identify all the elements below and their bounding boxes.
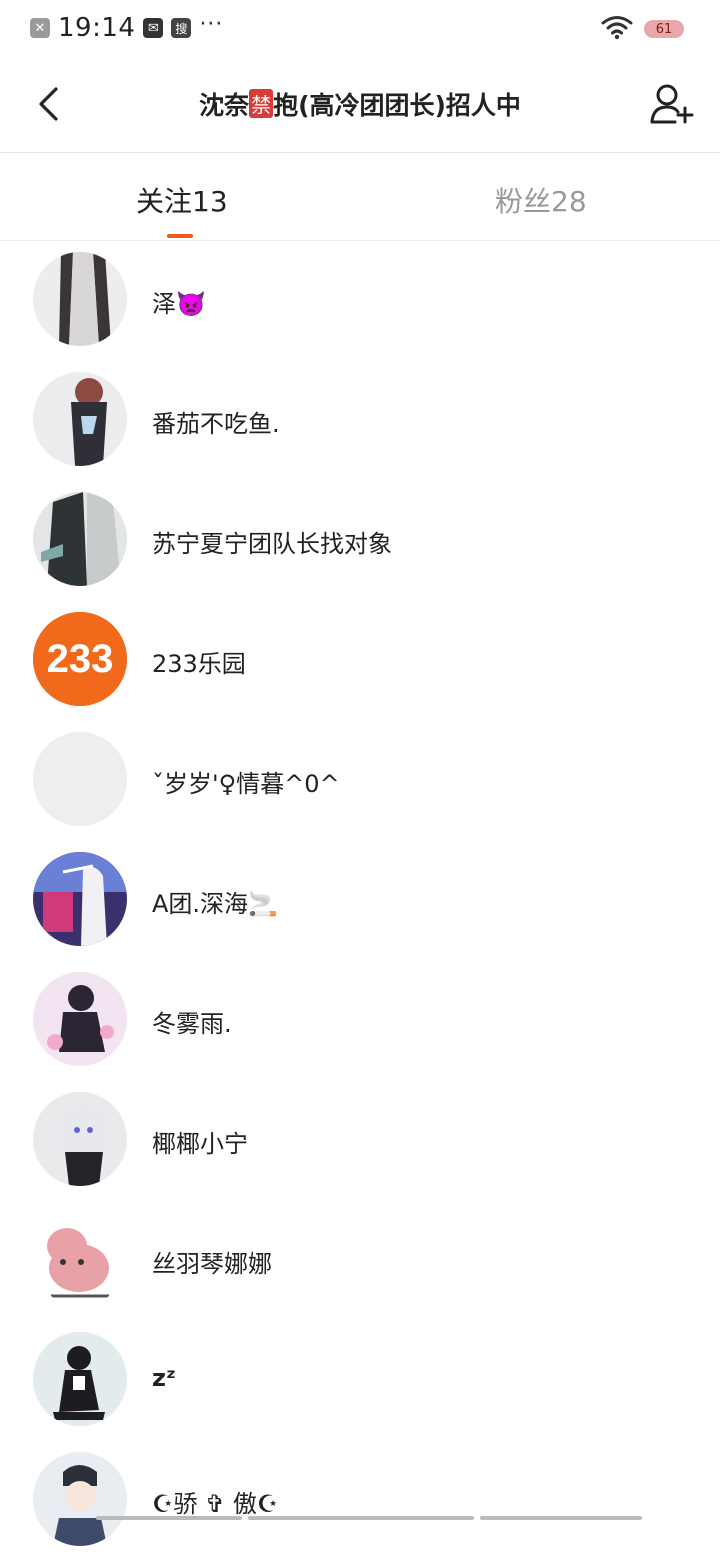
battery-indicator: 61 — [644, 20, 684, 38]
user-name: 233乐园 — [152, 650, 246, 678]
add-user-icon — [650, 84, 694, 124]
user-row[interactable]: 丝羽琴娜娜 — [0, 1200, 720, 1320]
chevron-left-icon — [39, 87, 58, 121]
avatar[interactable] — [33, 1332, 127, 1426]
user-name: 泽👿 — [152, 290, 206, 318]
more-notifications-icon: ··· — [199, 11, 224, 37]
user-name: 椰椰小宁 — [152, 1130, 248, 1158]
avatar-label: 233 — [47, 637, 114, 681]
user-name: A团.深海🚬 — [152, 890, 278, 918]
avatar[interactable]: 233 — [33, 612, 127, 706]
tab-bar: 关注13 粉丝28 — [0, 152, 720, 241]
user-row[interactable]: zᶻ — [0, 1320, 720, 1440]
wifi-icon — [600, 14, 634, 44]
following-list: 泽👿 番茄不吃鱼. 苏宁夏宁团队长找对象 233 233乐园 ˇ岁岁'♀情暮^0… — [0, 240, 720, 1560]
status-time: 19:14 — [58, 13, 136, 43]
top-navigation-bar: 沈奈 禁抱(高冷团团长)招人中 — [0, 56, 720, 153]
user-row[interactable]: 冬雾雨. — [0, 960, 720, 1080]
avatar[interactable] — [33, 852, 127, 946]
tab-fans[interactable]: 粉丝28 — [495, 180, 587, 220]
avatar[interactable] — [33, 732, 127, 826]
user-row[interactable]: 泽👿 — [0, 240, 720, 360]
user-row[interactable]: 233 233乐园 — [0, 600, 720, 720]
mail-app-icon: ✉ — [143, 18, 164, 38]
page-title: 沈奈 禁抱(高冷团团长)招人中 — [110, 86, 610, 122]
user-name: 冬雾雨. — [152, 1010, 232, 1038]
add-friend-button[interactable] — [648, 80, 696, 128]
avatar[interactable] — [33, 372, 127, 466]
avatar[interactable] — [33, 492, 127, 586]
user-name: ˇ岁岁'♀情暮^0^ — [152, 770, 340, 798]
avatar[interactable] — [33, 252, 127, 346]
user-name: ☪骄 ✞ 傲☪ — [152, 1490, 279, 1518]
user-row[interactable]: 椰椰小宁 — [0, 1080, 720, 1200]
search-app-icon: 搜 — [171, 18, 192, 38]
user-row[interactable]: ˇ岁岁'♀情暮^0^ — [0, 720, 720, 840]
user-name: zᶻ — [152, 1364, 176, 1392]
user-row[interactable]: 番茄不吃鱼. — [0, 360, 720, 480]
user-name: 番茄不吃鱼. — [152, 410, 280, 438]
user-name: 丝羽琴娜娜 — [152, 1250, 272, 1278]
tab-following[interactable]: 关注13 — [136, 180, 228, 220]
title-prefix: 沈奈 — [199, 91, 250, 120]
user-row[interactable]: ☪骄 ✞ 傲☪ — [0, 1440, 720, 1560]
user-row[interactable]: 苏宁夏宁团队长找对象 — [0, 480, 720, 600]
active-tab-indicator — [167, 234, 193, 238]
status-bar: ✕ 19:14 ✉ 搜 ··· 61 — [0, 0, 720, 56]
back-button[interactable] — [26, 82, 70, 126]
title-badge: 禁 — [249, 89, 274, 118]
avatar[interactable] — [33, 1092, 127, 1186]
user-row[interactable]: A团.深海🚬 — [0, 840, 720, 960]
avatar[interactable] — [33, 1452, 127, 1546]
scroll-indicator — [96, 1516, 642, 1520]
title-suffix: 抱(高冷团团长)招人中 — [273, 91, 521, 120]
avatar[interactable] — [33, 1212, 127, 1306]
user-name: 苏宁夏宁团队长找对象 — [152, 530, 392, 558]
avatar[interactable] — [33, 972, 127, 1066]
notification-x-icon: ✕ — [30, 18, 50, 38]
